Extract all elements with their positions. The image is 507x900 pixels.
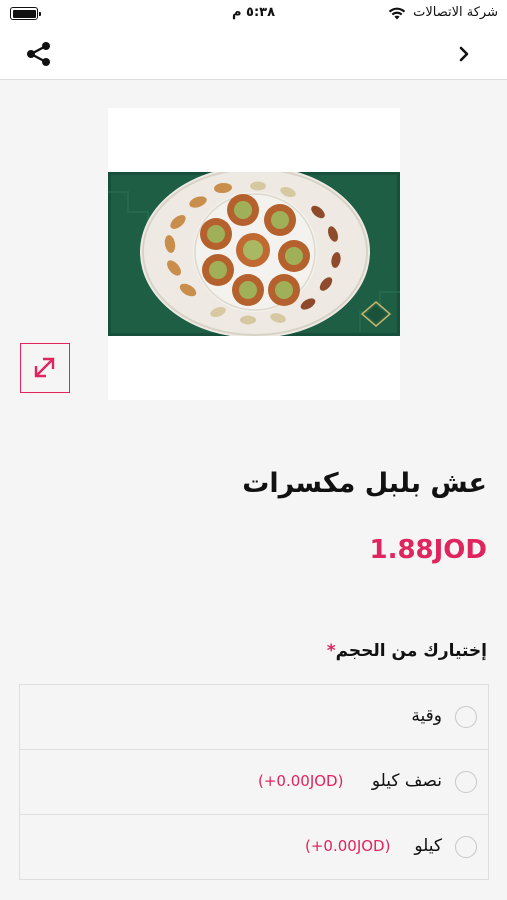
carrier-name: شركة الاتصالات: [413, 5, 498, 20]
size-option-list: وقية نصف كيلو (+0.00JOD) كيلو (+0.00JOD): [19, 684, 489, 880]
product-image-area[interactable]: [108, 108, 400, 400]
share-icon[interactable]: [24, 40, 54, 68]
product-price: 1.88JOD: [369, 535, 487, 565]
required-mark: *: [326, 641, 336, 661]
radio-button[interactable]: [455, 706, 477, 728]
option-group-heading: إختيارك من الحجم*: [323, 641, 487, 661]
option-price-delta: (+0.00JOD): [305, 837, 391, 855]
chevron-right-icon[interactable]: [452, 40, 476, 68]
expand-arrows-icon: [34, 357, 55, 378]
option-label: وقية: [411, 706, 442, 726]
wifi-icon: [388, 7, 406, 20]
radio-button[interactable]: [455, 836, 477, 858]
expand-image-button[interactable]: [20, 343, 70, 393]
product-photo: [108, 172, 400, 336]
option-heading-label: إختيارك من الحجم: [335, 641, 487, 661]
size-option-half-kilo[interactable]: نصف كيلو (+0.00JOD): [19, 749, 489, 815]
nav-bar: [0, 28, 507, 80]
radio-button[interactable]: [455, 771, 477, 793]
option-price-delta: (+0.00JOD): [258, 772, 344, 790]
size-option-ounce[interactable]: وقية: [19, 684, 489, 750]
product-title: عش بلبل مكسرات: [242, 468, 487, 499]
option-label: كيلو: [414, 836, 442, 856]
size-option-kilo[interactable]: كيلو (+0.00JOD): [19, 814, 489, 880]
option-label: نصف كيلو: [371, 771, 442, 791]
status-bar: ٥:٣٨ م شركة الاتصالات: [0, 0, 507, 28]
